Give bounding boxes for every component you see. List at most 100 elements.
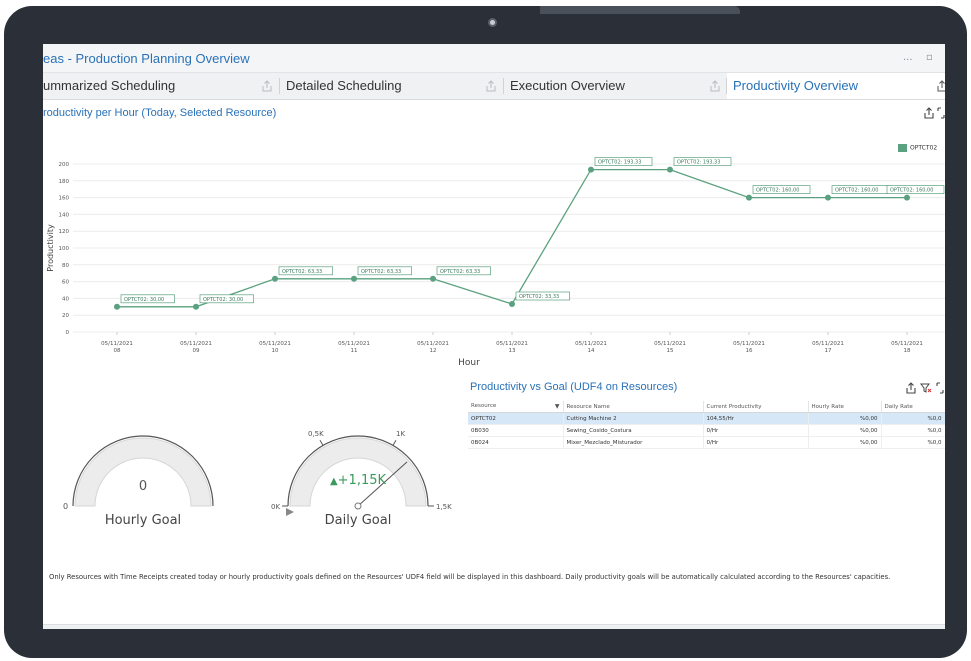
x-tick-label-hour: 15	[667, 348, 674, 354]
daily-goal-label: Daily Goal	[325, 513, 392, 528]
sort-desc-icon[interactable]: ▼	[555, 403, 560, 410]
maximize-icon[interactable]	[937, 107, 945, 119]
cell-resource: OPTCT02	[468, 412, 564, 425]
y-axis-label: Productivity	[46, 224, 55, 272]
data-label: OPTCT02: 160,00	[835, 188, 878, 194]
app-title: eas - Production Planning Overview	[43, 51, 250, 66]
data-label: OPTCT02: 63,33	[361, 269, 401, 275]
x-tick-label-hour: 13	[509, 348, 516, 354]
y-tick-label: 0	[66, 330, 70, 336]
data-point	[351, 275, 357, 282]
tab-execution-overview[interactable]: Execution Overview	[510, 73, 710, 99]
x-tick-label-date: 05/11/2021	[259, 341, 291, 347]
column-header-resource-name[interactable]: Resource Name	[563, 401, 704, 413]
tab-label: Execution Overview	[510, 78, 625, 93]
column-header-hourly-rate[interactable]: Hourly Rate	[808, 401, 882, 413]
data-point	[509, 301, 515, 308]
gauge-tick-label: 0,5K	[308, 430, 324, 438]
data-label: OPTCT02: 160,00	[890, 188, 933, 194]
chart-title: roductivity per Hour (Today, Selected Re…	[43, 107, 277, 119]
cell-current-productivity: 0/Hr	[703, 436, 809, 449]
data-label: OPTCT02: 193,33	[677, 160, 720, 166]
export-icon[interactable]	[709, 80, 721, 92]
data-label: OPTCT02: 63,33	[440, 269, 480, 275]
x-tick-label-date: 05/11/2021	[812, 341, 844, 347]
cell-hourly-rate: %0,00	[808, 412, 882, 425]
chart-legend: OPTCT02	[898, 144, 937, 152]
data-point	[825, 194, 831, 201]
x-tick-label-date: 05/11/2021	[417, 341, 449, 347]
x-tick-label-hour: 14	[588, 348, 595, 354]
bezel-highlight	[540, 6, 740, 14]
data-point	[746, 194, 752, 201]
table-row[interactable]: OPTCT02 Cutting Machine 2 104,55/Hr %0,0…	[468, 412, 945, 425]
table-row[interactable]: 0B024 Mixer_Mezclado_Misturador 0/Hr %0,…	[468, 436, 945, 449]
maximize-icon[interactable]	[936, 382, 944, 394]
data-point	[430, 275, 436, 282]
clear-filter-icon[interactable]	[920, 382, 932, 394]
data-label: OPTCT02: 193,33	[598, 160, 641, 166]
cell-resource: 0B030	[468, 424, 564, 437]
gauge-tick	[319, 439, 324, 446]
export-icon[interactable]	[261, 80, 273, 92]
footer-note: Only Resources with Time Receipts create…	[49, 573, 891, 581]
bottom-strip	[43, 624, 945, 629]
y-tick-label: 120	[59, 229, 70, 235]
gauge-tick	[392, 439, 397, 446]
cell-current-productivity: 0/Hr	[703, 424, 809, 437]
gauge-tick-label: 0K	[271, 503, 280, 511]
export-icon[interactable]	[905, 382, 917, 394]
tab-divider	[279, 78, 280, 94]
tab-detailed-scheduling[interactable]: Detailed Scheduling	[286, 73, 486, 99]
title-bar: eas - Production Planning Overview ... ▫	[43, 44, 945, 73]
daily-goal-value: ▲+1,15K	[330, 473, 387, 488]
y-tick-label: 80	[62, 263, 69, 269]
legend-swatch	[898, 144, 907, 152]
x-tick-label-hour: 18	[904, 348, 911, 354]
tab-summarized-scheduling[interactable]: ummarized Scheduling	[43, 73, 273, 99]
cell-hourly-rate: %0,00	[808, 436, 882, 449]
column-header-current-productivity[interactable]: Current Productivity	[703, 401, 809, 413]
column-header-resource[interactable]: Resource ▼	[468, 401, 564, 413]
gauge-needle-hub	[354, 502, 362, 510]
x-tick-label-date: 05/11/2021	[575, 341, 607, 347]
column-header-daily-rate[interactable]: Daily Rate	[881, 401, 945, 413]
x-tick-label-hour: 09	[193, 348, 200, 354]
gauge-track	[74, 437, 212, 507]
export-icon[interactable]	[923, 107, 935, 119]
y-tick-label: 40	[62, 296, 69, 302]
x-tick-label-hour: 12	[430, 348, 437, 354]
y-tick-label: 20	[62, 313, 69, 319]
x-tick-label-date: 05/11/2021	[180, 341, 212, 347]
data-label: OPTCT02: 33,33	[519, 294, 559, 300]
data-point	[904, 194, 910, 201]
y-tick-label: 100	[59, 246, 70, 252]
x-axis-label: Hour	[458, 358, 480, 368]
data-point	[588, 166, 594, 173]
productivity-line-chart: 0 20 40 60 80 100 120 140 160 180 200 Productivity 0…	[46, 157, 945, 368]
x-tick-label-date: 05/11/2021	[654, 341, 686, 347]
table-row[interactable]: 0B030 Sewing_Cosido_Costura 0/Hr %0,00 %…	[468, 424, 945, 437]
x-tick-label-hour: 08	[114, 348, 121, 354]
export-icon[interactable]	[485, 80, 497, 92]
export-icon[interactable]	[936, 80, 945, 92]
grid-title: Productivity vs Goal (UDF4 on Resources)	[470, 381, 678, 393]
x-tick-label-hour: 16	[746, 348, 753, 354]
x-tick-label-date: 05/11/2021	[338, 341, 370, 347]
maximize-window-icon[interactable]: ▫	[926, 52, 933, 63]
data-label: OPTCT02: 30,00	[203, 297, 243, 303]
cell-current-productivity: 104,55/Hr	[703, 412, 809, 425]
dashboard-tabs: ummarized Scheduling Detailed Scheduling…	[43, 73, 945, 100]
cell-daily-rate: %0,0	[881, 424, 945, 437]
gauge-track	[289, 437, 427, 507]
y-tick-label: 140	[59, 212, 70, 218]
data-label: OPTCT02: 160,00	[756, 188, 799, 194]
gauge-tick-label: 1K	[396, 430, 405, 438]
gauge-target-marker	[286, 508, 294, 516]
x-tick-label-date: 05/11/2021	[496, 341, 528, 347]
more-options-icon[interactable]: ...	[903, 52, 913, 63]
x-tick-label-date: 05/11/2021	[733, 341, 765, 347]
tab-productivity-overview[interactable]: Productivity Overview	[727, 73, 945, 99]
gauge-min-label: 0	[63, 502, 68, 511]
y-tick-label: 160	[59, 196, 70, 202]
